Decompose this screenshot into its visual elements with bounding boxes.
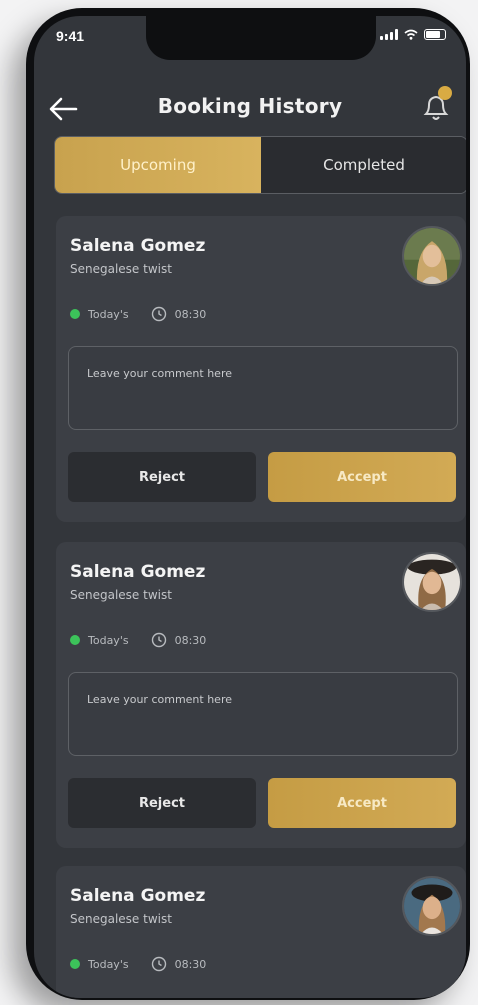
booking-card: Salena Gomez Senegalese twist Today's 08…	[56, 216, 466, 522]
accept-button[interactable]: Accept	[268, 778, 456, 828]
clock-icon	[151, 956, 166, 972]
page-title: Booking History	[157, 94, 343, 118]
booking-meta: Today's 08:30	[70, 956, 206, 972]
booking-day: Today's	[88, 957, 129, 971]
status-icons	[380, 29, 446, 40]
booking-day: Today's	[88, 633, 129, 647]
service-name: Senegalese twist	[70, 262, 172, 276]
battery-icon	[424, 29, 446, 40]
clock-icon	[151, 632, 166, 648]
client-avatar	[402, 876, 462, 936]
status-dot	[70, 959, 80, 969]
service-name: Senegalese twist	[70, 588, 172, 602]
booking-meta: Today's 08:30	[70, 306, 206, 322]
status-time: 9:41	[56, 28, 85, 44]
booking-card: Salena Gomez Senegalese twist Today's 08…	[56, 542, 466, 848]
comment-input[interactable]: Leave your comment here	[68, 672, 458, 756]
booking-day: Today's	[88, 307, 129, 321]
client-name: Salena Gomez	[70, 562, 206, 582]
clock-icon	[151, 306, 166, 322]
wifi-icon	[404, 29, 418, 40]
tab-upcoming[interactable]: Upcoming	[55, 137, 261, 193]
client-name: Salena Gomez	[70, 886, 206, 906]
signal-icon	[380, 29, 398, 40]
booking-meta: Today's 08:30	[70, 632, 206, 648]
booking-time: 08:30	[174, 633, 207, 647]
client-avatar	[402, 226, 462, 286]
booking-time: 08:30	[174, 957, 207, 971]
notification-badge	[438, 86, 452, 100]
status-dot	[70, 309, 80, 319]
service-name: Senegalese twist	[70, 912, 172, 926]
booking-card: Salena Gomez Senegalese twist Today's 08…	[56, 866, 466, 998]
client-name: Salena Gomez	[70, 236, 206, 256]
accept-button[interactable]: Accept	[268, 452, 456, 502]
phone-notch	[146, 16, 376, 60]
reject-button[interactable]: Reject	[68, 778, 256, 828]
client-avatar	[402, 552, 462, 612]
tab-completed[interactable]: Completed	[261, 137, 466, 193]
app-screen: 9:41 Booking History Upcoming Completed …	[34, 16, 466, 998]
booking-tabs: Upcoming Completed	[54, 136, 466, 194]
comment-input[interactable]: Leave your comment here	[68, 346, 458, 430]
status-dot	[70, 635, 80, 645]
reject-button[interactable]: Reject	[68, 452, 256, 502]
booking-time: 08:30	[174, 307, 207, 321]
